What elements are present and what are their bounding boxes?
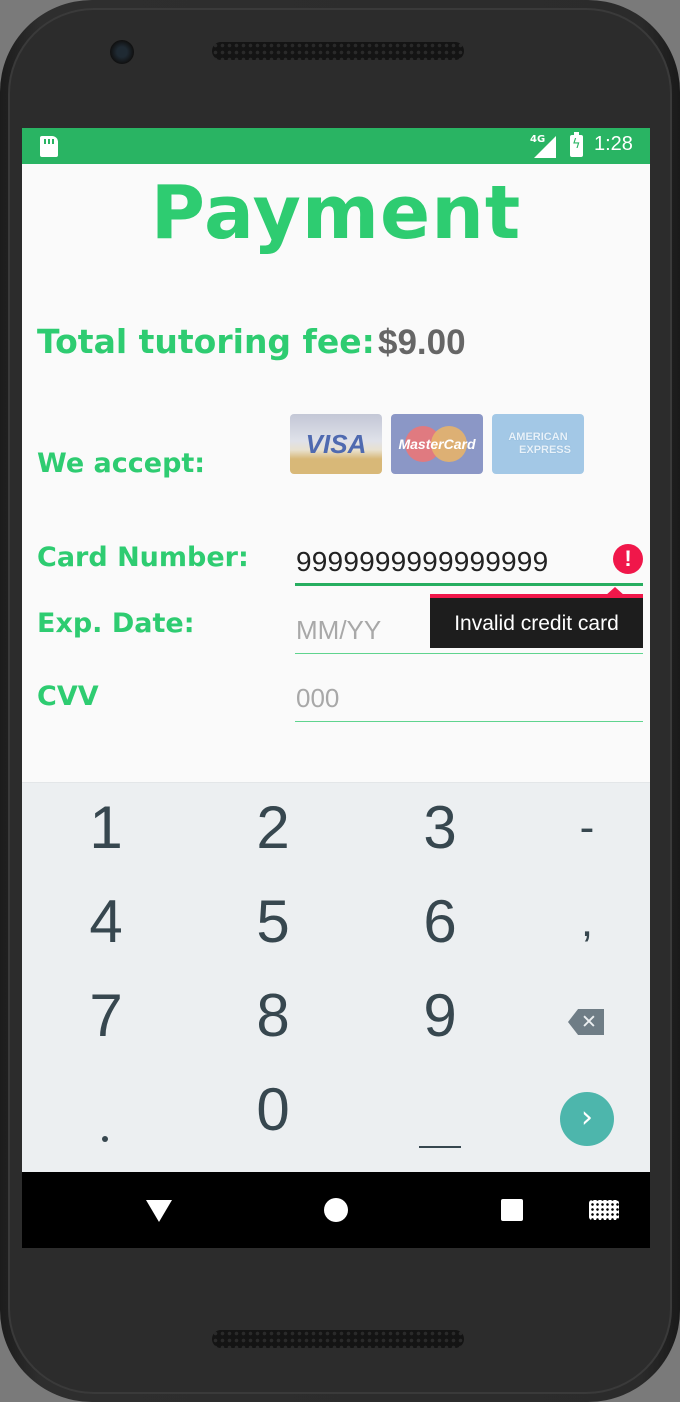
- numeric-keyboard: 1 2 3 - 4 5 6 , 7 8 9 0 ›: [22, 782, 650, 1173]
- error-tooltip: Invalid credit card: [430, 598, 643, 648]
- cvv-placeholder: 000: [296, 683, 340, 713]
- status-time: 1:28: [594, 133, 633, 155]
- accept-label: We accept:: [37, 448, 206, 479]
- key-1[interactable]: 1: [31, 783, 181, 873]
- exp-date-placeholder: MM/YY: [296, 615, 382, 645]
- exp-date-label: Exp. Date:: [37, 608, 195, 639]
- visa-text: VISA: [305, 428, 367, 459]
- key-2[interactable]: 2: [198, 783, 348, 873]
- sd-card-icon: [40, 136, 58, 157]
- key-7[interactable]: 7: [31, 971, 181, 1061]
- cvv-underline: [295, 721, 643, 722]
- backspace-icon[interactable]: [568, 1009, 604, 1035]
- card-number-label: Card Number:: [37, 542, 249, 573]
- key-8[interactable]: 8: [198, 971, 348, 1061]
- visa-card-icon: VISA: [290, 414, 382, 474]
- card-number-input[interactable]: 9999999999999999: [295, 536, 643, 586]
- key-9[interactable]: 9: [365, 971, 515, 1061]
- nav-home-icon[interactable]: [324, 1198, 348, 1222]
- cvv-input[interactable]: 000: [295, 674, 643, 722]
- go-arrow-icon[interactable]: ›: [560, 1092, 614, 1146]
- key-period[interactable]: [102, 1136, 108, 1142]
- exp-date-underline: [295, 653, 643, 654]
- key-3[interactable]: 3: [365, 783, 515, 873]
- nav-recents-icon[interactable]: [501, 1199, 523, 1221]
- fee-label: Total tutoring fee:: [37, 322, 375, 361]
- page-title: Payment: [150, 170, 522, 256]
- fee-value: $9.00: [378, 323, 466, 362]
- mastercard-text: MasterCard: [398, 436, 476, 452]
- status-bar: 4G 1:28: [22, 128, 650, 164]
- key-comma[interactable]: ,: [512, 877, 650, 967]
- front-camera: [110, 40, 134, 64]
- key-space[interactable]: [419, 1146, 461, 1148]
- amex-card-icon: AMERICAN EXPRESS: [492, 414, 584, 474]
- key-4[interactable]: 4: [31, 877, 181, 967]
- card-number-value: 9999999999999999: [296, 546, 549, 577]
- bottom-speaker: [212, 1330, 464, 1348]
- battery-charging-icon: [570, 132, 583, 157]
- key-0[interactable]: 0: [198, 1065, 348, 1155]
- key-5[interactable]: 5: [198, 877, 348, 967]
- key-6[interactable]: 6: [365, 877, 515, 967]
- cvv-label: CVV: [37, 681, 99, 712]
- mastercard-card-icon: MasterCard: [391, 414, 483, 474]
- navigation-bar: [22, 1172, 650, 1248]
- amex-text-line2: EXPRESS: [519, 444, 571, 456]
- signal-icon: [534, 136, 556, 158]
- card-number-underline: [295, 583, 643, 586]
- amex-text-line1: AMERICAN: [508, 431, 568, 443]
- key-minus[interactable]: -: [512, 783, 650, 873]
- error-icon[interactable]: !: [613, 544, 643, 574]
- phone-frame: 4G 1:28 Payment Total tutoring fee: $9.0…: [0, 0, 680, 1402]
- keyboard-switch-icon[interactable]: [589, 1200, 619, 1220]
- nav-back-icon[interactable]: [146, 1200, 172, 1222]
- screen: 4G 1:28 Payment Total tutoring fee: $9.0…: [22, 128, 650, 1248]
- earpiece-speaker: [212, 42, 464, 60]
